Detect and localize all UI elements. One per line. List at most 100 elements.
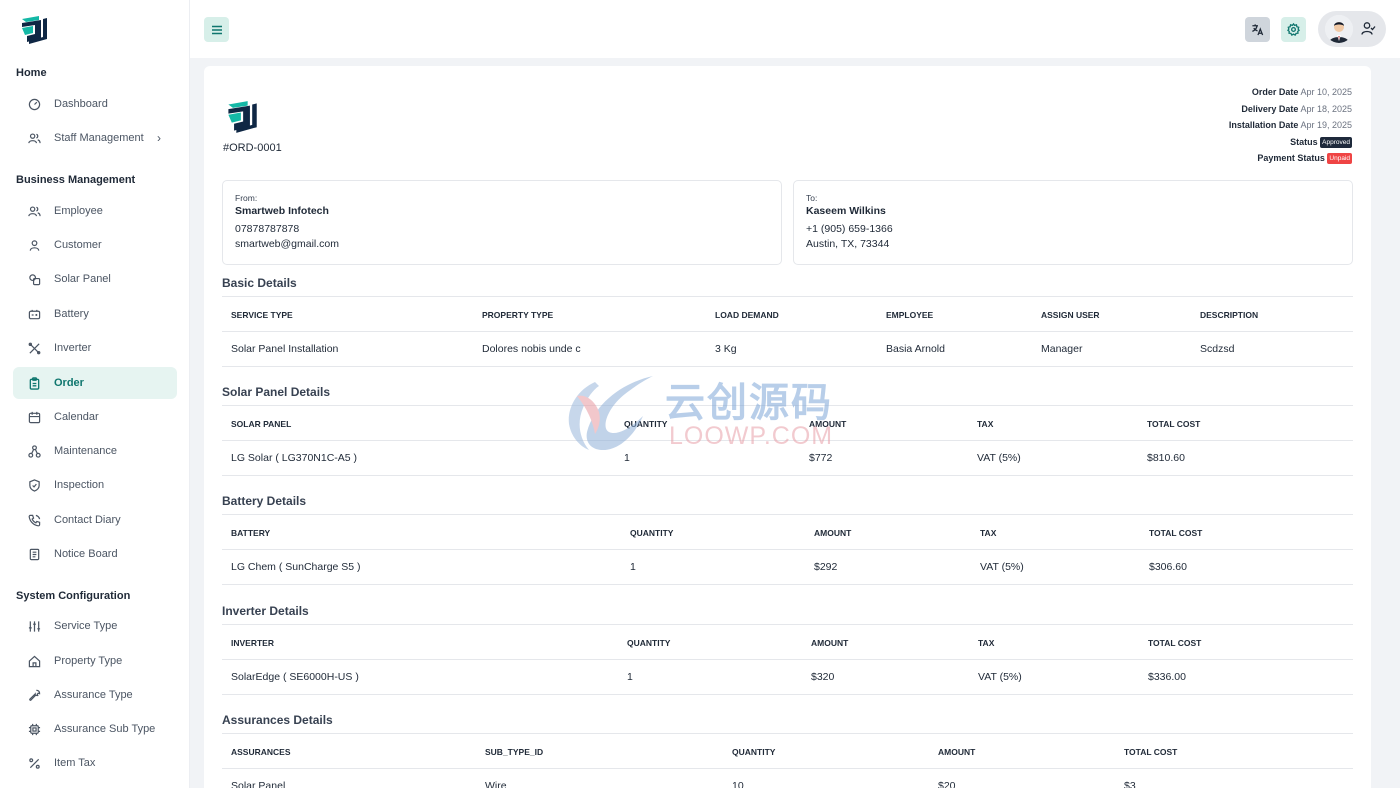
assurances-details-table: ASSURANCES SUB_TYPE_ID QUANTITY AMOUNT T… xyxy=(222,733,1353,788)
sidebar-item-assurance-sub-type[interactable]: Assurance Sub Type xyxy=(13,713,177,745)
column-header: QUANTITY xyxy=(732,747,776,757)
translate-button[interactable] xyxy=(1245,17,1270,42)
order-invoice-card: #ORD-0001 Order Date Apr 10, 2025 Delive… xyxy=(204,66,1371,788)
battery-details-title: Battery Details xyxy=(222,494,307,508)
sidebar-item-assurance-type[interactable]: Assurance Type xyxy=(13,679,177,711)
home-icon xyxy=(27,654,41,668)
table-cell: 10 xyxy=(732,780,744,788)
basic-details-title: Basic Details xyxy=(222,276,297,290)
table-cell: Basia Arnold xyxy=(886,343,945,355)
table-cell: 3 Kg xyxy=(715,343,737,355)
from-name: Smartweb Infotech xyxy=(235,205,329,217)
table-row: LG Solar ( LG370N1C-A5 ) 1 $772 VAT (5%)… xyxy=(222,441,1353,476)
table-header: ASSURANCES SUB_TYPE_ID QUANTITY AMOUNT T… xyxy=(222,734,1353,769)
table-cell: SolarEdge ( SE6000H-US ) xyxy=(231,671,359,683)
to-card: To: Kaseem Wilkins +1 (905) 659-1366 Aus… xyxy=(793,180,1353,265)
column-header: INVERTER xyxy=(231,638,274,648)
table-cell: LG Solar ( LG370N1C-A5 ) xyxy=(231,452,358,464)
from-email: smartweb@gmail.com xyxy=(235,238,340,250)
to-name: Kaseem Wilkins xyxy=(806,205,886,217)
column-header: SUB_TYPE_ID xyxy=(485,747,544,757)
sidebar-item-label: Inverter xyxy=(54,342,92,354)
sidebar-item-contact-diary[interactable]: Contact Diary xyxy=(13,504,177,536)
order-date-label: Order Date xyxy=(1251,87,1299,97)
column-header: SERVICE TYPE xyxy=(231,310,293,320)
to-label: To: xyxy=(806,193,818,203)
column-header: AMOUNT xyxy=(814,528,852,538)
table-cell: Solar Panel Installation xyxy=(231,343,339,355)
sidebar-item-label: Property Type xyxy=(54,655,123,667)
column-header: QUANTITY xyxy=(624,419,668,429)
column-header: AMOUNT xyxy=(809,419,847,429)
sidebar-item-notice-board[interactable]: Notice Board xyxy=(13,538,177,570)
menu-toggle-button[interactable] xyxy=(204,17,229,42)
sidebar-item-label: Assurance Sub Type xyxy=(54,723,156,735)
users-icon xyxy=(27,131,41,145)
table-cell: VAT (5%) xyxy=(977,452,1021,464)
sidebar-item-property-type[interactable]: Property Type xyxy=(13,645,177,677)
order-number: #ORD-0001 xyxy=(223,142,282,154)
sidebar-item-label: Assurance Type xyxy=(54,689,133,701)
shield-icon xyxy=(27,478,41,492)
percent-icon xyxy=(27,756,41,770)
sidebar-item-dashboard[interactable]: Dashboard xyxy=(13,88,177,120)
sidebar-item-maintenance[interactable]: Maintenance xyxy=(13,435,177,467)
delivery-date: Apr 18, 2025 xyxy=(1300,103,1352,114)
table-cell: VAT (5%) xyxy=(978,671,1022,683)
sidebar-item-label: Solar Panel xyxy=(54,273,111,285)
table-row: Solar Panel Wire 10 $20 $3 xyxy=(222,769,1353,788)
table-cell: $306.60 xyxy=(1149,561,1187,573)
sidebar-item-label: Service Type xyxy=(54,620,118,632)
table-header: INVERTER QUANTITY AMOUNT TAX TOTAL COST xyxy=(222,625,1353,660)
user-menu-button[interactable] xyxy=(1318,11,1386,47)
sidebar: Home Dashboard Staff Management › Busine… xyxy=(0,0,190,788)
sidebar-item-label: Employee xyxy=(54,205,103,217)
inverter-icon xyxy=(27,341,41,355)
table-cell: Dolores nobis unde c xyxy=(482,343,581,355)
assurances-details-title: Assurances Details xyxy=(222,713,333,727)
column-header: TOTAL COST xyxy=(1147,419,1201,429)
notice-icon xyxy=(27,547,41,561)
table-cell: Wire xyxy=(485,780,507,788)
from-card: From: Smartweb Infotech 07878787878 smar… xyxy=(222,180,782,265)
delivery-date-label: Delivery Date xyxy=(1241,103,1299,114)
sidebar-item-label: Item Tax xyxy=(54,757,96,769)
sidebar-item-label: Staff Management xyxy=(54,132,144,144)
sliders-icon xyxy=(27,619,41,633)
section-system-configuration: System Configuration xyxy=(16,590,131,602)
column-header: ASSURANCES xyxy=(231,747,291,757)
sidebar-item-label: Customer xyxy=(54,239,102,251)
sidebar-item-calendar[interactable]: Calendar xyxy=(13,401,177,433)
sidebar-item-label: Battery xyxy=(54,308,89,320)
sidebar-item-inverter[interactable]: Inverter xyxy=(13,332,177,364)
column-header: PROPERTY TYPE xyxy=(482,310,554,320)
column-header: QUANTITY xyxy=(630,528,674,538)
user-icon xyxy=(27,238,41,252)
sidebar-item-inspection[interactable]: Inspection xyxy=(13,469,177,501)
brand-logo-icon[interactable] xyxy=(19,15,49,45)
translate-icon xyxy=(1252,24,1264,36)
column-header: TAX xyxy=(978,638,995,648)
table-cell: Scdzsd xyxy=(1200,343,1235,355)
sidebar-item-staff-management[interactable]: Staff Management › xyxy=(13,122,177,154)
to-phone: +1 (905) 659-1366 xyxy=(806,223,893,235)
company-logo-icon xyxy=(228,101,257,133)
sidebar-item-service-type[interactable]: Service Type xyxy=(13,610,177,642)
sidebar-item-battery[interactable]: Battery xyxy=(13,298,177,330)
sidebar-item-customer[interactable]: Customer xyxy=(13,229,177,261)
column-header: QUANTITY xyxy=(627,638,671,648)
sidebar-item-item-tax[interactable]: Item Tax xyxy=(13,747,177,779)
sidebar-item-order[interactable]: Order xyxy=(13,367,177,399)
inverter-details-title: Inverter Details xyxy=(222,604,309,618)
column-header: EMPLOYEE xyxy=(886,310,934,320)
chip-icon xyxy=(27,722,41,736)
sidebar-item-label: Inspection xyxy=(54,479,105,491)
sidebar-item-employee[interactable]: Employee xyxy=(13,195,177,227)
phone-icon xyxy=(27,513,41,527)
sidebar-item-solar-panel[interactable]: Solar Panel xyxy=(13,263,177,295)
solar-panel-icon xyxy=(27,272,41,286)
settings-button[interactable] xyxy=(1281,17,1306,42)
column-header: TOTAL COST xyxy=(1148,638,1202,648)
table-cell: Solar Panel xyxy=(231,780,286,788)
table-cell: 1 xyxy=(630,561,636,573)
